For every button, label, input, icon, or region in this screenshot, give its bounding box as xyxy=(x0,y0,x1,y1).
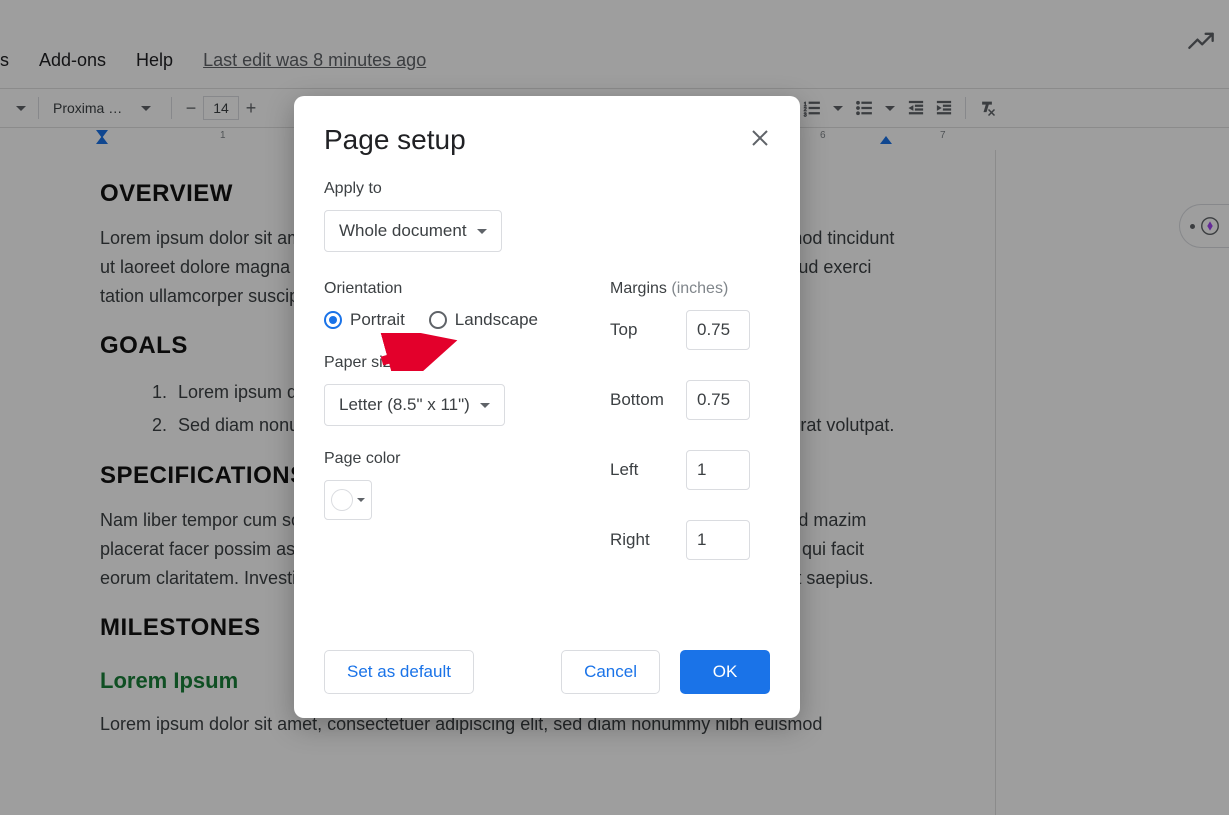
decrease-font-button[interactable]: − xyxy=(179,96,203,120)
dialog-title: Page setup xyxy=(324,124,770,156)
apply-to-label: Apply to xyxy=(324,180,770,198)
menu-tools-partial[interactable]: s xyxy=(0,46,15,75)
orientation-label: Orientation xyxy=(324,280,570,298)
color-swatch-icon xyxy=(331,489,353,511)
orientation-portrait-radio[interactable]: Portrait xyxy=(324,310,405,330)
apply-to-value: Whole document xyxy=(339,221,467,241)
close-icon xyxy=(751,129,769,147)
svg-text:3: 3 xyxy=(804,112,807,117)
landscape-label: Landscape xyxy=(455,310,538,330)
chevron-down-icon xyxy=(141,106,151,111)
portrait-label: Portrait xyxy=(350,310,405,330)
margin-bottom-input[interactable] xyxy=(686,380,750,420)
page-color-dropdown[interactable] xyxy=(324,480,372,520)
margin-top-input[interactable] xyxy=(686,310,750,350)
indent-marker-icon[interactable] xyxy=(96,136,108,144)
margin-bottom-label: Bottom xyxy=(610,390,680,410)
chevron-down-icon xyxy=(477,229,487,234)
radio-icon xyxy=(324,311,342,329)
last-edit-link[interactable]: Last edit was 8 minutes ago xyxy=(197,46,432,75)
ruler-tick: 7 xyxy=(940,130,946,141)
chevron-down-icon xyxy=(357,498,365,502)
clear-formatting-icon[interactable] xyxy=(974,95,1000,121)
indent-marker-icon[interactable] xyxy=(880,136,892,144)
margin-left-input[interactable] xyxy=(686,450,750,490)
increase-indent-icon[interactable] xyxy=(931,95,957,121)
margin-right-label: Right xyxy=(610,530,680,550)
page-setup-dialog: Page setup Apply to Whole document Orien… xyxy=(294,96,800,718)
margins-unit: (inches) xyxy=(671,280,728,297)
ruler-tick: 6 xyxy=(820,130,826,141)
numbered-list-icon[interactable]: 123 xyxy=(799,95,825,121)
font-family-dropdown[interactable]: Proxima N… xyxy=(45,96,165,120)
dot-icon xyxy=(1190,224,1195,229)
paper-size-dropdown[interactable]: Letter (8.5" x 11") xyxy=(324,384,505,426)
style-dropdown-caret-icon[interactable] xyxy=(16,106,26,111)
menubar: s Add-ons Help Last edit was 8 minutes a… xyxy=(0,41,1229,79)
page-color-label: Page color xyxy=(324,450,570,468)
radio-icon xyxy=(429,311,447,329)
font-size-input[interactable]: 14 xyxy=(203,96,239,120)
ruler-tick: 1 xyxy=(220,130,226,141)
menu-addons[interactable]: Add-ons xyxy=(33,46,112,75)
chevron-down-icon xyxy=(480,403,490,408)
apply-to-dropdown[interactable]: Whole document xyxy=(324,210,502,252)
close-button[interactable] xyxy=(744,122,776,154)
paper-size-label: Paper size xyxy=(324,354,570,372)
ok-button[interactable]: OK xyxy=(680,650,770,694)
list-indent-group: 123 xyxy=(790,95,1000,121)
chevron-down-icon[interactable] xyxy=(833,106,843,111)
menu-help[interactable]: Help xyxy=(130,46,179,75)
decrease-indent-icon[interactable] xyxy=(903,95,929,121)
margin-top-label: Top xyxy=(610,320,680,340)
bulleted-list-icon[interactable] xyxy=(851,95,877,121)
margins-label: Margins (inches) xyxy=(610,280,770,298)
chevron-down-icon[interactable] xyxy=(885,106,895,111)
cancel-button[interactable]: Cancel xyxy=(561,650,660,694)
margins-text: Margins xyxy=(610,280,667,297)
margin-left-label: Left xyxy=(610,460,680,480)
set-default-button[interactable]: Set as default xyxy=(324,650,474,694)
font-size-stepper: − 14 + xyxy=(178,95,264,121)
explore-bubble[interactable] xyxy=(1179,204,1229,248)
orientation-landscape-radio[interactable]: Landscape xyxy=(429,310,538,330)
activity-icon[interactable] xyxy=(1187,28,1215,61)
font-family-label: Proxima N… xyxy=(53,100,127,116)
paper-size-value: Letter (8.5" x 11") xyxy=(339,395,470,415)
margin-right-input[interactable] xyxy=(686,520,750,560)
increase-font-button[interactable]: + xyxy=(239,96,263,120)
explore-icon xyxy=(1199,215,1221,237)
